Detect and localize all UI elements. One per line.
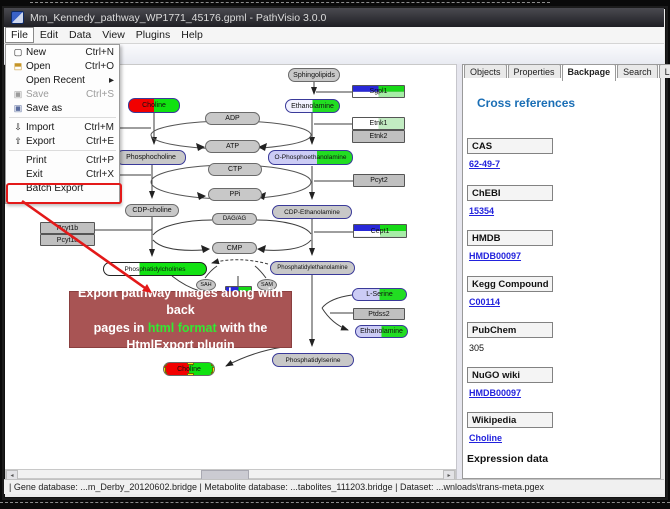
node-cdp-choline[interactable]: CDP-choline (125, 204, 179, 217)
app-icon (11, 11, 24, 24)
node-dag[interactable]: DAG/AG (212, 213, 257, 225)
selection-handle[interactable] (187, 362, 194, 365)
tab-search[interactable]: Search (617, 64, 658, 78)
gene-node-pcyt1b[interactable]: Pcyt1b (40, 222, 95, 234)
menu-item-open[interactable]: ⬒OpenCtrl+O (6, 59, 119, 73)
new-document-icon: ▢ (10, 47, 26, 58)
node-choline-top[interactable]: Choline (128, 98, 180, 113)
menu-item-new[interactable]: ▢NewCtrl+N (6, 45, 119, 59)
submenu-arrow-icon: ▸ (109, 75, 114, 86)
gene-node-etnk1[interactable]: Etnk1 (352, 117, 405, 130)
callout-line1: Export pathway images along with back (70, 285, 291, 320)
xref-link-nugo[interactable]: HMDB00097 (469, 388, 521, 398)
node-ethanolamine-top[interactable]: Ethanolamine (285, 99, 340, 113)
status-text: | Gene database: ...m_Derby_20120602.bri… (9, 482, 544, 492)
menu-separator (9, 117, 116, 118)
xref-link-wikipedia[interactable]: Choline (469, 433, 502, 443)
callout-highlight: html format (148, 321, 217, 335)
annotation-callout: Export pathway images along with back pa… (69, 291, 292, 348)
node-sphingolipids[interactable]: Sphingolipids (288, 68, 340, 82)
menu-item-export[interactable]: ⇧ExportCtrl+E (6, 134, 119, 148)
menu-edit[interactable]: Edit (35, 28, 63, 42)
selection-handle[interactable] (163, 362, 167, 366)
node-adp[interactable]: ADP (205, 112, 260, 125)
xref-header-hmdb: HMDB (467, 230, 553, 246)
tab-backpage[interactable]: Backpage (562, 64, 617, 81)
menu-view[interactable]: View (97, 28, 130, 42)
node-ppi[interactable]: PPi (208, 188, 262, 201)
menu-item-exit[interactable]: ExitCtrl+X (6, 167, 119, 181)
node-ctp[interactable]: CTP (208, 163, 262, 176)
menu-item-save-as[interactable]: ▣Save as (6, 101, 119, 115)
xref-value-pubchem: 305 (469, 343, 484, 353)
menu-data[interactable]: Data (64, 28, 96, 42)
xref-link-hmdb[interactable]: HMDB00097 (469, 251, 521, 261)
menu-item-open-recent[interactable]: Open Recent▸ (6, 73, 119, 87)
menu-help[interactable]: Help (176, 28, 208, 42)
xref-header-cas: CAS (467, 138, 553, 154)
tab-objects[interactable]: Objects (464, 64, 507, 78)
gene-node-pcyt2[interactable]: Pcyt2 (353, 174, 405, 187)
node-phosphatidylcholines[interactable]: Phosphatidylcholines (103, 262, 207, 276)
xref-header-wikipedia: Wikipedia (467, 412, 553, 428)
save-as-icon: ▣ (10, 103, 26, 114)
save-disk-icon: ▣ (10, 89, 26, 100)
bottom-dashed-line (0, 502, 670, 503)
menu-separator (9, 150, 116, 151)
menu-item-save[interactable]: ▣SaveCtrl+S (6, 87, 119, 101)
export-icon: ⇧ (10, 136, 26, 147)
menu-bar: File Edit Data View Plugins Help (4, 27, 664, 44)
gene-node-pcyt1a[interactable]: Pcyt1a (40, 234, 95, 246)
import-icon: ⇩ (10, 122, 26, 133)
file-menu-popup: ▢NewCtrl+N ⬒OpenCtrl+O Open Recent▸ ▣Sav… (5, 44, 120, 204)
screenshot: Mm_Kennedy_pathway_WP1771_45176.gpml - P… (0, 0, 670, 509)
gene-node-etnk2[interactable]: Etnk2 (352, 130, 405, 143)
gene-node-cept1[interactable]: Cept1 (353, 224, 407, 238)
node-phosphocholine[interactable]: Phosphocholine (116, 150, 186, 165)
tab-legend[interactable]: Legend (659, 64, 670, 78)
xref-header-kegg: Kegg Compound (467, 276, 553, 292)
menu-item-print[interactable]: PrintCtrl+P (6, 153, 119, 167)
callout-line3: HtmlExport plugin (70, 337, 291, 354)
open-folder-icon: ⬒ (10, 61, 26, 72)
xref-link-chebi[interactable]: 15354 (469, 206, 494, 216)
node-phosphatidylserine[interactable]: Phosphatidylserine (272, 353, 354, 367)
gene-node-ptdss2[interactable]: Ptdss2 (353, 308, 405, 320)
xref-link-kegg[interactable]: C00114 (469, 297, 500, 307)
node-atp[interactable]: ATP (205, 140, 260, 153)
node-ethanolamine-bottom[interactable]: Ethanolamine (355, 325, 408, 338)
xref-link-cas[interactable]: 62-49-7 (469, 159, 500, 169)
top-dashed-line (30, 2, 550, 3)
cross-references-heading: Cross references (477, 96, 575, 110)
node-l-serine[interactable]: L-Serine (352, 288, 407, 301)
menu-item-import[interactable]: ⇩ImportCtrl+M (6, 120, 119, 134)
node-label: Choline (177, 366, 201, 373)
tab-properties[interactable]: Properties (508, 64, 561, 78)
status-bar: | Gene database: ...m_Derby_20120602.bri… (4, 479, 664, 494)
window-title: Mm_Kennedy_pathway_WP1771_45176.gpml - P… (30, 12, 326, 24)
annotation-highlight-box (6, 183, 122, 204)
callout-line2: pages in html format with the (70, 320, 291, 337)
selection-handle[interactable] (187, 373, 194, 376)
node-o-phosphoethanolamine[interactable]: O-Phosphoethanolamine (268, 150, 353, 165)
sidebar-tabs: Objects Properties Backpage Search Legen… (464, 64, 670, 80)
title-bar[interactable]: Mm_Kennedy_pathway_WP1771_45176.gpml - P… (4, 8, 664, 27)
expression-data-heading: Expression data (467, 453, 548, 465)
node-cdp-ethanolamine[interactable]: CDP-Ethanolamine (272, 205, 352, 219)
node-cmp[interactable]: CMP (212, 242, 257, 254)
node-choline-selected[interactable]: Choline (163, 362, 215, 376)
canvas-hscrollbar[interactable]: ◂ ▸ (5, 469, 456, 479)
gene-node-sgpl1[interactable]: Sgpl1 (352, 85, 405, 98)
xref-header-nugo: NuGO wiki (467, 367, 553, 383)
xref-header-pubchem: PubChem (467, 322, 553, 338)
xref-header-chebi: ChEBI (467, 185, 553, 201)
menu-file[interactable]: File (5, 27, 34, 43)
node-phosphatidylethanolamine[interactable]: Phosphatidylethanolamine (270, 261, 355, 275)
menu-plugins[interactable]: Plugins (131, 28, 175, 42)
